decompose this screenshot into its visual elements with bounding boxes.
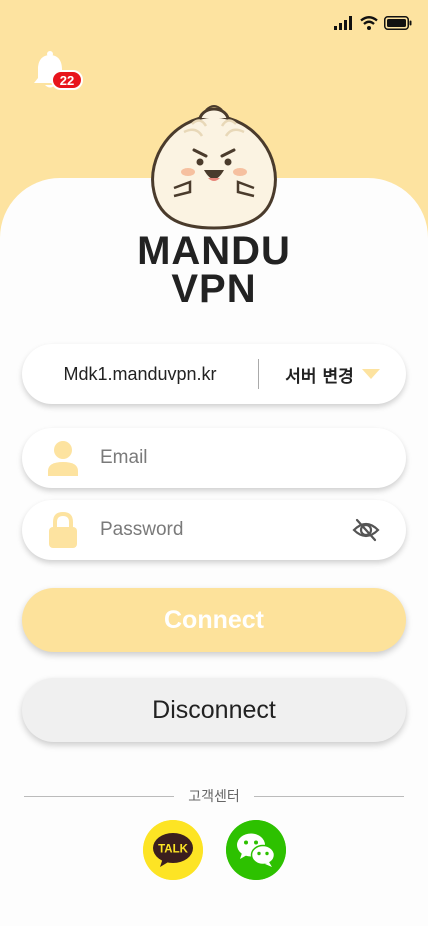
password-input[interactable]: [100, 500, 350, 560]
change-server-label: 서버 변경: [285, 366, 354, 387]
email-field: [22, 428, 406, 488]
kakaotalk-label: TALK: [158, 844, 189, 856]
server-host: Mdk1.manduvpn.kr: [63, 363, 217, 384]
brand-title: MANDU VPN: [0, 229, 428, 311]
battery-icon: [384, 16, 412, 30]
user-icon: [48, 441, 78, 476]
customer-support-divider: 고객센터: [24, 785, 404, 807]
customer-support-label: 고객센터: [188, 789, 240, 805]
status-icons: [334, 16, 412, 30]
notification-badge: 22: [51, 70, 83, 90]
kakaotalk-icon[interactable]: TALK: [143, 820, 203, 880]
wifi-icon: [360, 16, 378, 30]
signal-icon: [334, 16, 352, 30]
caret-down-icon: [361, 369, 380, 379]
status-bar: [0, 0, 428, 50]
lock-icon: [49, 512, 77, 548]
change-server-button[interactable]: 서버 변경: [259, 362, 406, 387]
mandu-mascot-logo: [151, 105, 277, 230]
brand-line-2: VPN: [171, 267, 257, 311]
password-field: [22, 500, 406, 560]
connect-button[interactable]: Connect: [22, 588, 406, 652]
wechat-icon[interactable]: [226, 820, 286, 880]
support-line-right: [253, 795, 404, 797]
server-selector: Mdk1.manduvpn.kr 서버 변경: [22, 344, 406, 404]
email-input[interactable]: [100, 428, 350, 488]
support-line-left: [24, 795, 175, 797]
disconnect-button[interactable]: Disconnect: [22, 678, 406, 742]
eye-off-icon[interactable]: [352, 517, 380, 543]
brand-line-1: MANDU: [137, 229, 291, 273]
